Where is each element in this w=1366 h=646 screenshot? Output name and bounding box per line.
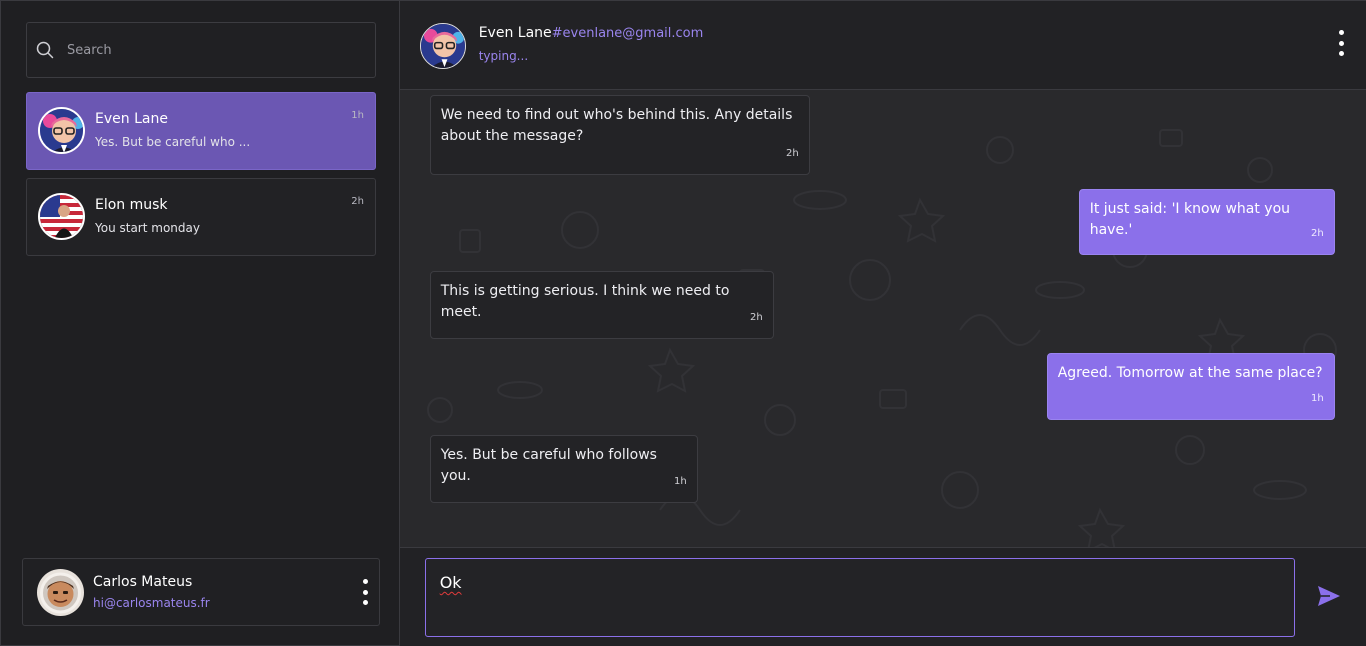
conversation-time: 1h (351, 110, 364, 121)
avatar (419, 23, 466, 69)
chat-header: Even Lane#evenlane@gmail.com typing... (399, 1, 1366, 90)
typing-status: typing... (478, 49, 529, 63)
message-text: We need to find out who's behind this. A… (440, 107, 793, 144)
message-text: It just said: 'I know what you have.' (1089, 201, 1291, 238)
message-time: 2h (786, 148, 799, 159)
message-incoming: This is getting serious. I think we need… (429, 271, 774, 339)
message-outgoing: Agreed. Tomorrow at the same place? 1h (1046, 353, 1335, 420)
conversation-preview: You start monday (95, 221, 200, 235)
message-composer: Ok (399, 547, 1366, 646)
message-outgoing: It just said: 'I know what you have.' 2h (1078, 189, 1335, 255)
message-time: 2h (750, 312, 763, 323)
conversation-name: Elon musk (95, 197, 168, 213)
chat-app: Even Lane Yes. But be careful who ... 1h (0, 0, 1366, 646)
message-text: Agreed. Tomorrow at the same place? (1057, 365, 1323, 381)
chat-panel: Even Lane#evenlane@gmail.com typing... W… (399, 1, 1366, 646)
conversation-name: Even Lane (95, 111, 168, 127)
message-input-value: Ok (439, 573, 462, 592)
conversation-time: 2h (351, 196, 364, 207)
conversation-preview: Yes. But be careful who ... (95, 135, 251, 149)
search-input[interactable] (67, 42, 347, 58)
message-incoming: Yes. But be careful who follows you. 1h (429, 435, 698, 503)
message-text: Yes. But be careful who follows you. (440, 447, 657, 484)
kebab-menu-icon[interactable] (361, 579, 369, 605)
message-list[interactable]: We need to find out who's behind this. A… (399, 90, 1366, 547)
message-text: This is getting serious. I think we need… (440, 283, 730, 320)
message-incoming: We need to find out who's behind this. A… (429, 95, 810, 175)
send-icon[interactable] (1316, 583, 1342, 609)
avatar (38, 107, 85, 154)
conversation-item-elon-musk[interactable]: Elon musk You start monday 2h (26, 178, 376, 256)
contact-handle: #evenlane@gmail.com (551, 26, 704, 41)
conversation-item-even-lane[interactable]: Even Lane Yes. But be careful who ... 1h (26, 92, 376, 170)
avatar (37, 569, 84, 616)
contact-name-line: Even Lane#evenlane@gmail.com (479, 25, 704, 41)
contact-name: Even Lane (478, 25, 552, 41)
message-input[interactable]: Ok (424, 558, 1295, 637)
search-box[interactable] (26, 22, 376, 78)
avatar (38, 193, 85, 240)
message-time: 1h (1311, 393, 1324, 404)
kebab-menu-icon[interactable] (1338, 30, 1346, 56)
sidebar: Even Lane Yes. But be careful who ... 1h (1, 1, 400, 645)
current-user-email: hi@carlosmateus.fr (93, 596, 210, 610)
search-icon (36, 41, 54, 59)
message-time: 2h (1311, 228, 1324, 239)
message-time: 1h (674, 476, 687, 487)
current-user-name: Carlos Mateus (93, 574, 193, 590)
current-user-card: Carlos Mateus hi@carlosmateus.fr (22, 558, 380, 626)
